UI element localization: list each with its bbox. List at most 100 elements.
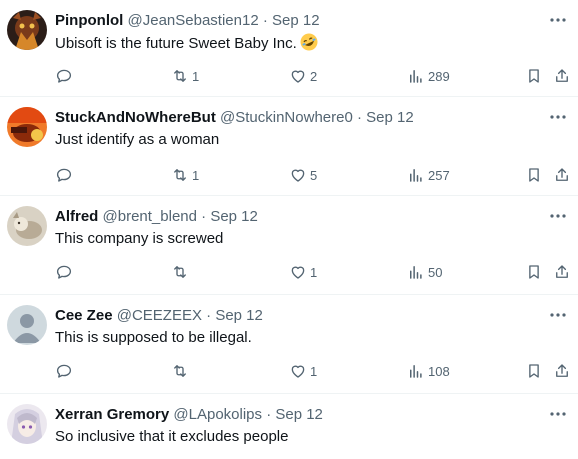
bookmark-icon [529,265,539,279]
views-count: 289 [428,68,450,84]
bookmark-icon [529,168,539,182]
tweet-header: Pinponlol @JeanSebastien12 · Sep 12 [55,12,538,30]
heart-icon [291,70,305,83]
tweet-date[interactable]: Sep 12 [275,406,323,423]
tweet-actions: 1 50 [55,262,573,282]
heart-icon [291,169,305,182]
views-icon [410,365,422,378]
share-button[interactable] [553,66,571,86]
tweet[interactable]: Xerran Gremory @LApokolips · Sep 12 So i… [0,394,578,459]
tweet-text: Ubisoft is the future Sweet Baby Inc. [55,33,318,54]
like-button[interactable]: 1 [289,262,317,282]
more-options-icon[interactable] [548,404,568,424]
views-button[interactable]: 257 [407,165,450,185]
views-button[interactable]: 289 [407,66,450,86]
bookmark-button[interactable] [525,66,543,86]
reply-button[interactable] [55,361,73,381]
retweet-button[interactable] [171,361,192,381]
separator: · [206,307,212,324]
tweet[interactable]: Pinponlol @JeanSebastien12 · Sep 12 Ubis… [0,0,578,97]
tweet-text: So inclusive that it excludes people [55,428,289,445]
views-icon [410,70,422,83]
avatar[interactable] [7,206,47,246]
views-button[interactable]: 50 [407,262,442,282]
author-name[interactable]: Xerran Gremory [55,406,169,423]
reply-button[interactable] [55,66,73,86]
views-count: 50 [428,264,443,280]
bookmark-button[interactable] [525,165,543,185]
author-handle[interactable]: @JeanSebastien12 [128,12,259,29]
share-button[interactable] [553,262,571,282]
like-count: 1 [310,363,318,379]
author-handle[interactable]: @LApokolips [173,406,262,423]
bookmark-icon [529,364,539,378]
more-options-icon[interactable] [548,107,568,127]
bookmark-button[interactable] [525,361,543,381]
views-icon [410,169,422,182]
separator: · [262,12,268,29]
retweet-icon [174,70,186,82]
tweet-actions: 1 2 289 [55,66,573,86]
views-icon [410,266,422,279]
retweet-button[interactable] [171,262,192,282]
retweet-button[interactable]: 1 [171,165,199,185]
tweet[interactable]: Cee Zee @CEEZEEX · Sep 12 This is suppos… [0,295,578,394]
tweet-date[interactable]: Sep 12 [210,208,258,225]
tweet-date[interactable]: Sep 12 [215,307,263,324]
avatar[interactable] [7,305,47,345]
like-button[interactable]: 2 [289,66,317,86]
retweet-icon [174,169,186,181]
avatar[interactable] [7,107,47,147]
share-icon [556,69,568,82]
author-name[interactable]: Alfred [55,208,98,225]
tweet-header: Alfred @brent_blend · Sep 12 [55,208,538,226]
tweet-header: Cee Zee @CEEZEEX · Sep 12 [55,307,538,325]
more-options-icon[interactable] [548,10,568,30]
tweet-actions: 1 108 [55,361,573,381]
avatar[interactable] [7,404,47,444]
reply-icon [56,168,72,182]
bookmark-icon [529,69,539,83]
views-button[interactable]: 108 [407,361,450,381]
author-name[interactable]: StuckAndNoWhereBut [55,109,216,126]
tweet-date[interactable]: Sep 12 [272,12,320,29]
share-icon [556,364,568,377]
tweet-text: This is supposed to be illegal. [55,329,252,346]
author-name[interactable]: Cee Zee [55,307,113,324]
like-count: 5 [310,167,318,183]
more-options-icon[interactable] [548,305,568,325]
tweet[interactable]: Alfred @brent_blend · Sep 12 This compan… [0,196,578,295]
reply-button[interactable] [55,165,73,185]
views-count: 108 [428,363,450,379]
rolling-on-floor-laughing-emoji-icon [300,33,318,51]
share-icon [556,168,568,181]
retweet-icon [174,365,186,377]
separator: · [266,406,272,423]
reply-icon [56,265,72,279]
author-handle[interactable]: @StuckinNowhere0 [220,109,353,126]
share-button[interactable] [553,361,571,381]
reply-button[interactable] [55,262,73,282]
retweet-count: 1 [192,167,200,183]
retweet-button[interactable]: 1 [171,66,199,86]
avatar[interactable] [7,10,47,50]
tweet-date[interactable]: Sep 12 [366,109,414,126]
separator: · [201,208,207,225]
share-icon [556,265,568,278]
author-handle[interactable]: @CEEZEEX [117,307,202,324]
tweet-text-content: Ubisoft is the future Sweet Baby Inc. [55,35,297,52]
more-options-icon[interactable] [548,206,568,226]
like-button[interactable]: 1 [289,361,317,381]
bookmark-button[interactable] [525,262,543,282]
tweet-text: Just identify as a woman [55,131,220,148]
author-handle[interactable]: @brent_blend [103,208,197,225]
author-name[interactable]: Pinponlol [55,12,123,29]
like-count: 2 [310,68,318,84]
tweet-text: This company is screwed [55,230,224,247]
like-button[interactable]: 5 [289,165,317,185]
tweet[interactable]: StuckAndNoWhereBut @StuckinNowhere0 · Se… [0,97,578,196]
share-button[interactable] [553,165,571,185]
retweet-icon [174,266,186,278]
like-count: 1 [310,264,318,280]
heart-icon [291,365,305,378]
